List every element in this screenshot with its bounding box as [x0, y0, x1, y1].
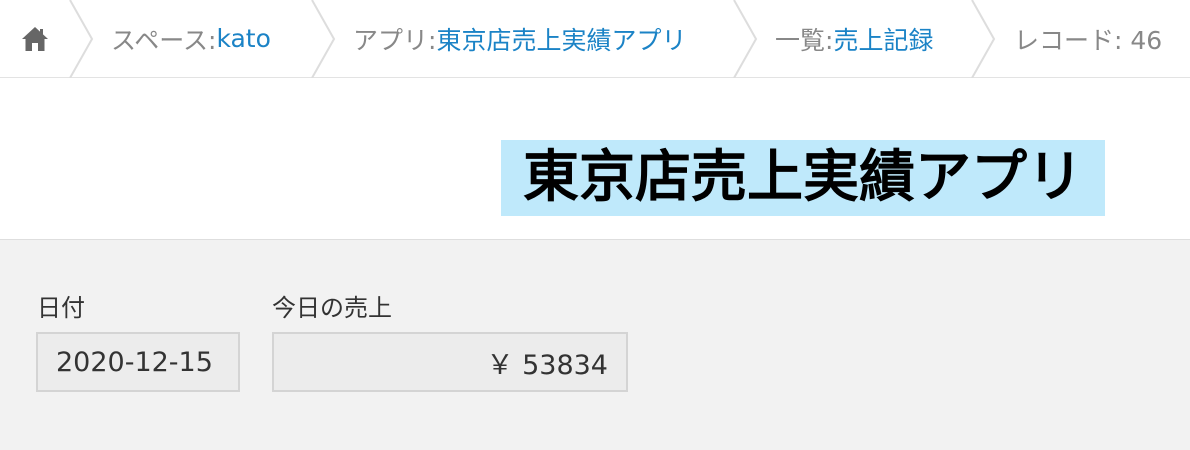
date-field-value: 2020-12-15 — [36, 332, 240, 392]
breadcrumb: スペース: kato アプリ: 東京店売上実績アプリ 一覧: 売上記録 レコード… — [0, 0, 1190, 78]
breadcrumb-separator-icon — [733, 0, 758, 78]
sales-field-value: ￥ 53834 — [272, 332, 628, 392]
home-icon — [22, 26, 48, 51]
breadcrumb-space-link[interactable]: kato — [216, 24, 270, 53]
app-title: 東京店売上実績アプリ — [501, 140, 1105, 216]
breadcrumb-view: 一覧: 売上記録 — [775, 0, 933, 77]
breadcrumb-record-label: レコード: 46 — [1014, 25, 1163, 55]
home-button[interactable] — [0, 0, 70, 77]
breadcrumb-space: スペース: kato — [111, 0, 271, 77]
breadcrumb-app-prefix: アプリ: — [353, 25, 437, 55]
breadcrumb-app-link[interactable]: 東京店売上実績アプリ — [436, 21, 686, 57]
breadcrumb-separator-icon — [311, 0, 336, 78]
date-field-label: 日付 — [37, 294, 85, 322]
breadcrumb-view-prefix: 一覧: — [775, 25, 834, 55]
breadcrumb-view-link[interactable]: 売上記録 — [833, 21, 933, 57]
breadcrumb-separator-icon — [69, 0, 94, 78]
breadcrumb-separator-icon — [971, 0, 996, 78]
sales-field-label: 今日の売上 — [272, 294, 392, 322]
breadcrumb-space-prefix: スペース: — [111, 25, 217, 55]
breadcrumb-record: レコード: 46 — [1014, 0, 1162, 77]
breadcrumb-app: アプリ: 東京店売上実績アプリ — [353, 0, 686, 77]
